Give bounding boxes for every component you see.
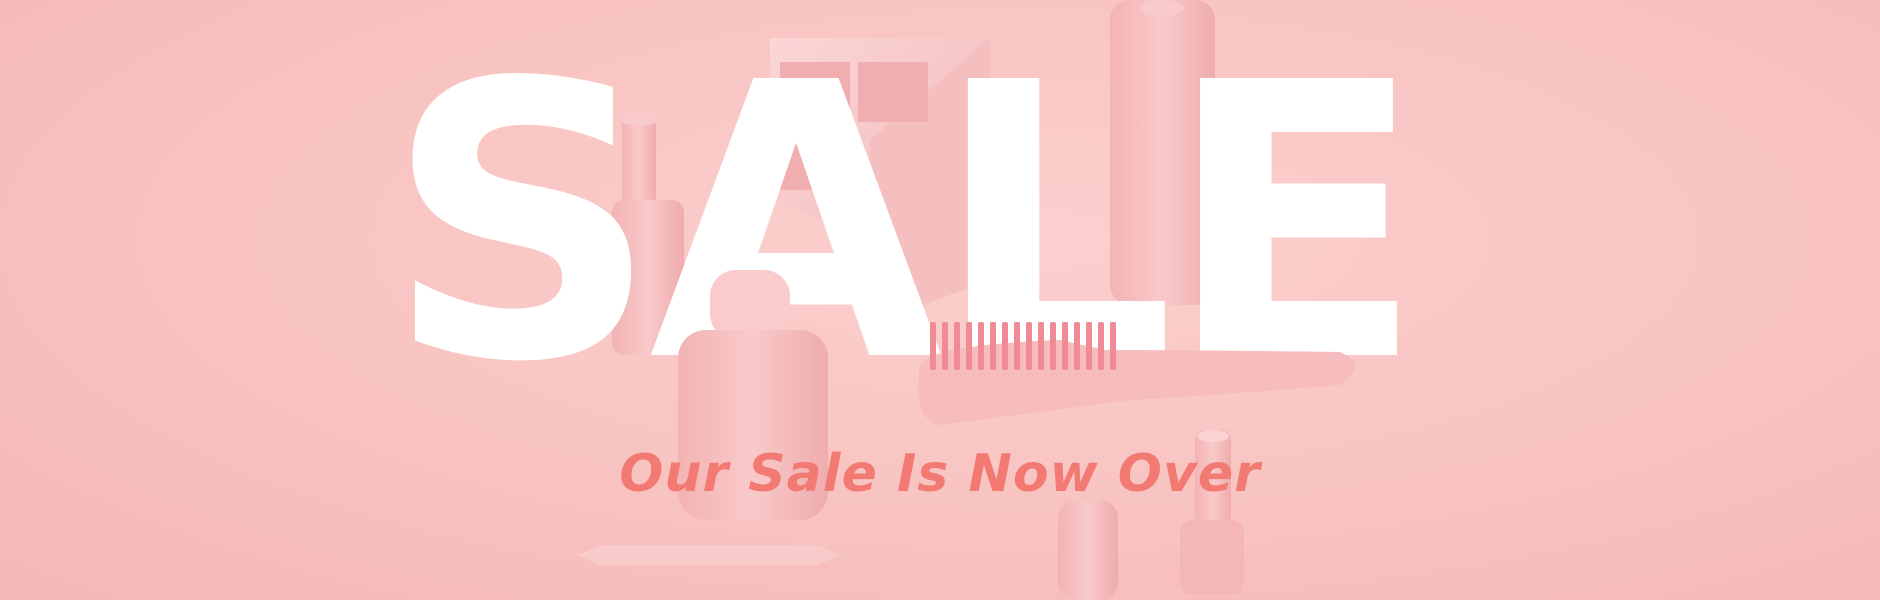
hair-brush (918, 322, 1355, 425)
sale-banner: SALE Our Sale Is Now Over (0, 0, 1880, 600)
lip-gloss-tube (1058, 500, 1118, 600)
eyeliner-pencil (578, 545, 840, 565)
foreground-products (578, 270, 1355, 600)
sale-subtitle: Our Sale Is Now Over (619, 444, 1261, 504)
